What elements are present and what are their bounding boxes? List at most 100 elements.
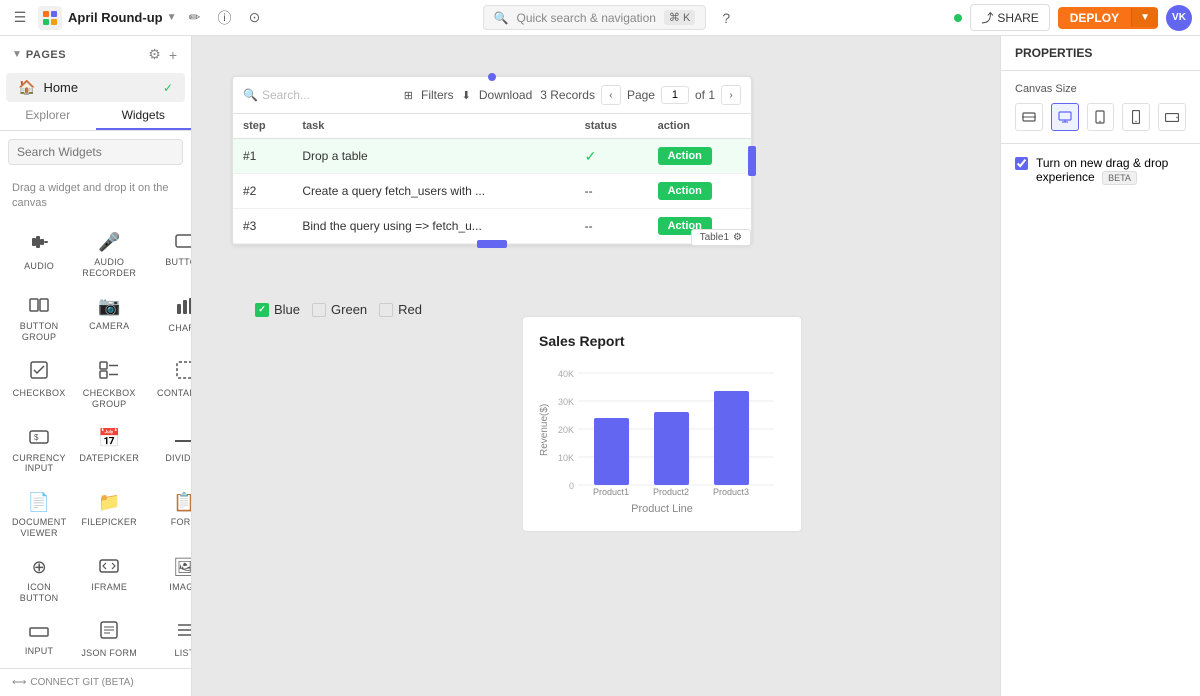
widget-chart[interactable]: CHART xyxy=(148,288,191,349)
widget-document-viewer[interactable]: 📄 DOCUMENT VIEWER xyxy=(8,484,70,545)
avatar[interactable]: VK xyxy=(1166,5,1192,31)
checkbox-blue-box[interactable]: ✓ xyxy=(255,303,269,317)
drag-drop-toggle[interactable] xyxy=(1015,157,1028,170)
device-mobile-landscape-icon[interactable] xyxy=(1158,103,1186,131)
page-input[interactable] xyxy=(661,86,689,104)
pages-add-button[interactable]: + xyxy=(167,44,179,65)
widget-container-label: CONTAINER xyxy=(157,388,191,399)
widget-container[interactable]: CONTAINER xyxy=(148,353,191,416)
table-actions: ⊞ Filters ⬇ Download xyxy=(404,88,532,102)
widget-checkbox-group-label: CHECKBOX GROUP xyxy=(78,388,140,410)
device-expand-icon[interactable] xyxy=(1015,103,1043,131)
action-button-2[interactable]: Action xyxy=(658,182,712,200)
divider-icon xyxy=(175,428,191,449)
widget-checkbox[interactable]: CHECKBOX xyxy=(8,353,70,416)
help-icon[interactable]: ? xyxy=(714,6,738,30)
topbar-center: 🔍 Quick search & navigation ⌘ K ? xyxy=(275,5,947,30)
dropdown-chevron-icon[interactable]: ▼ xyxy=(167,12,177,23)
resize-handle-bottom[interactable] xyxy=(477,240,507,248)
hamburger-icon[interactable]: ☰ xyxy=(8,6,32,30)
widget-iframe[interactable]: IFRAME xyxy=(74,549,144,610)
widget-image[interactable]: 🖼 IMAGE xyxy=(148,549,191,610)
deploy-button[interactable]: DEPLOY ▼ xyxy=(1058,7,1158,29)
currency-input-icon: $ xyxy=(29,428,49,449)
chart-widget: Sales Report Revenue($) 0 10K 20K 30K 40… xyxy=(522,316,802,532)
widget-input[interactable]: INPUT xyxy=(8,613,70,665)
page-total: of 1 xyxy=(695,88,715,102)
widget-document-viewer-label: DOCUMENT VIEWER xyxy=(12,517,66,539)
device-tablet-icon[interactable] xyxy=(1087,103,1115,131)
cell-status-3: -- xyxy=(575,209,648,244)
widget-form[interactable]: 📋 FORM xyxy=(148,484,191,545)
svg-text:40K: 40K xyxy=(558,369,574,379)
settings-icon[interactable]: ⊙ xyxy=(243,6,267,30)
page-next-button[interactable]: › xyxy=(721,85,741,105)
widget-button-label: BUTTON xyxy=(165,257,191,268)
quick-search-bar[interactable]: 🔍 Quick search & navigation ⌘ K xyxy=(483,5,707,30)
table-row[interactable]: #1 Drop a table ✓ Action xyxy=(233,139,751,174)
deploy-dropdown-arrow[interactable]: ▼ xyxy=(1131,8,1158,27)
widget-audio-recorder-label: AUDIO RECORDER xyxy=(78,257,140,279)
data-table: step task status action #1 Drop a table … xyxy=(233,114,751,244)
deploy-main-label[interactable]: DEPLOY xyxy=(1058,7,1131,29)
checkbox-green[interactable]: Green xyxy=(312,302,367,317)
action-button-1[interactable]: Action xyxy=(658,147,712,165)
resize-handle-right[interactable] xyxy=(748,146,756,176)
checkbox-green-box[interactable] xyxy=(312,303,326,317)
widget-button-group[interactable]: BUTTON GROUP xyxy=(8,288,70,349)
button-icon xyxy=(175,232,191,253)
topbar: ☰ April Round-up ▼ ✏ ⓘ ⊙ 🔍 Quick search … xyxy=(0,0,1200,36)
widget-camera[interactable]: 📷 CAMERA xyxy=(74,288,144,349)
filters-label[interactable]: Filters xyxy=(421,88,454,102)
widget-form-label: FORM xyxy=(171,517,191,528)
page-item-home[interactable]: 🏠 Home ✓ xyxy=(6,73,185,102)
checkbox-red-box[interactable] xyxy=(379,303,393,317)
device-desktop-icon[interactable] xyxy=(1051,103,1079,131)
widget-list[interactable]: LIST xyxy=(148,613,191,665)
connect-git-icon: ⟷ xyxy=(12,677,26,688)
drag-drop-toggle-row: Turn on new drag & drop experience BETA xyxy=(1001,144,1200,196)
table-widget-label: Table1 ⚙ xyxy=(691,229,751,246)
widget-checkbox-group[interactable]: CHECKBOX GROUP xyxy=(74,353,144,416)
cell-step-2: #2 xyxy=(233,174,292,209)
cell-task-3: Bind the query using => fetch_u... xyxy=(292,209,574,244)
share-button[interactable]: ⤴ SHARE xyxy=(970,4,1049,31)
download-label[interactable]: Download xyxy=(479,88,532,102)
widget-divider[interactable]: DIVIDER xyxy=(148,420,191,481)
widget-datepicker-label: DATEPICKER xyxy=(79,453,139,464)
widget-button[interactable]: BUTTON xyxy=(148,224,191,285)
device-mobile-portrait-icon[interactable] xyxy=(1122,103,1150,131)
widget-audio[interactable]: AUDIO xyxy=(8,224,70,285)
widget-json-form[interactable]: JSON FORM xyxy=(74,613,144,665)
table-settings-icon[interactable]: ⚙ xyxy=(733,232,742,243)
page-label: Page xyxy=(627,88,655,102)
canvas: 🔍 Search... ⊞ Filters ⬇ Download 3 Recor… xyxy=(192,36,1000,696)
pages-settings-button[interactable]: ⚙ xyxy=(146,44,163,65)
tab-widgets[interactable]: Widgets xyxy=(96,102,192,130)
widget-icon-button[interactable]: ⊕ ICON BUTTON xyxy=(8,549,70,610)
table-row[interactable]: #3 Bind the query using => fetch_u... --… xyxy=(233,209,751,244)
app-title[interactable]: April Round-up ▼ xyxy=(68,10,177,25)
col-step: step xyxy=(233,114,292,139)
cell-action-2[interactable]: Action xyxy=(648,174,751,209)
widget-audio-recorder[interactable]: 🎤 AUDIO RECORDER xyxy=(74,224,144,285)
widget-filepicker[interactable]: 📁 FILEPICKER xyxy=(74,484,144,545)
checkbox-blue[interactable]: ✓ Blue xyxy=(255,302,300,317)
cell-action-1[interactable]: Action xyxy=(648,139,751,174)
search-widgets-input[interactable] xyxy=(8,139,183,165)
connect-git-button[interactable]: ⟷ CONNECT GIT (BETA) xyxy=(0,668,191,696)
edit-icon[interactable]: ✏ xyxy=(183,6,207,30)
properties-panel: PROPERTIES Canvas Size xyxy=(1000,36,1200,696)
widget-currency-input[interactable]: $ CURRENCY INPUT xyxy=(8,420,70,481)
widget-datepicker[interactable]: 📅 DATEPICKER xyxy=(74,420,144,481)
info-icon[interactable]: ⓘ xyxy=(213,6,237,30)
page-prev-button[interactable]: ‹ xyxy=(601,85,621,105)
pages-title: PAGES xyxy=(26,49,66,61)
container-icon xyxy=(176,361,191,384)
table-search[interactable]: 🔍 Search... xyxy=(243,88,396,102)
checkbox-red[interactable]: Red xyxy=(379,302,422,317)
resize-handle-top[interactable] xyxy=(488,73,496,81)
svg-text:Product2: Product2 xyxy=(653,487,689,496)
tab-explorer[interactable]: Explorer xyxy=(0,102,96,130)
table-row[interactable]: #2 Create a query fetch_users with ... -… xyxy=(233,174,751,209)
